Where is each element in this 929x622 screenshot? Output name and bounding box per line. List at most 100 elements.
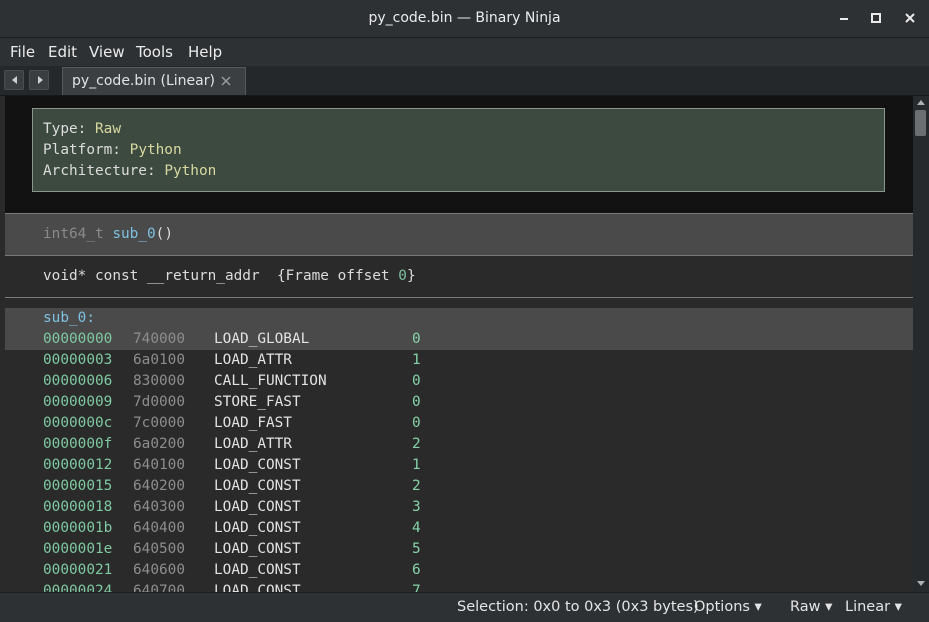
instruction-bytes: 640400 bbox=[133, 520, 185, 536]
instruction-row[interactable]: 0000001b 640400 LOAD_CONST 4 bbox=[5, 518, 913, 539]
var-type: void* bbox=[43, 268, 87, 284]
instruction-opcode[interactable]: LOAD_CONST bbox=[214, 455, 301, 476]
instruction-opcode[interactable]: LOAD_CONST bbox=[214, 497, 301, 518]
instruction-operand: 0 bbox=[412, 394, 421, 410]
function-signature: int64_t sub_0() bbox=[43, 224, 173, 245]
tab-py-code-linear[interactable]: py_code.bin (Linear) bbox=[62, 67, 246, 95]
block-label[interactable]: sub_0: bbox=[43, 308, 95, 329]
menu-file[interactable]: File bbox=[10, 38, 35, 66]
instruction-opcode[interactable]: LOAD_ATTR bbox=[214, 350, 292, 371]
instruction-row[interactable]: 00000018 640300 LOAD_CONST 3 bbox=[5, 497, 913, 518]
tab-label: py_code.bin (Linear) bbox=[72, 73, 215, 89]
architecture-line: Architecture: Python bbox=[43, 161, 216, 182]
function-name[interactable]: sub_0 bbox=[112, 226, 155, 242]
instruction-address[interactable]: 00000006 bbox=[43, 371, 112, 392]
instruction-opcode[interactable]: LOAD_ATTR bbox=[214, 434, 292, 455]
status-bar: Selection: 0x0 to 0x3 (0x3 bytes) Option… bbox=[0, 592, 929, 622]
frame-comment: {Frame offset bbox=[276, 268, 399, 284]
instruction-bytes: 6a0100 bbox=[133, 352, 185, 368]
linear-view[interactable]: Type: Raw Platform: Python Architecture:… bbox=[0, 96, 913, 592]
instruction-opcode[interactable]: LOAD_CONST bbox=[214, 539, 301, 560]
instruction-operand: 1 bbox=[412, 457, 421, 473]
window-title: py_code.bin — Binary Ninja bbox=[368, 10, 561, 26]
stack-var-row[interactable]: void* const __return_addr {Frame offset … bbox=[5, 256, 913, 298]
instruction-opcode[interactable]: LOAD_CONST bbox=[214, 476, 301, 497]
type-line: Type: Raw bbox=[43, 119, 121, 140]
instruction-bytes: 740000 bbox=[133, 331, 185, 347]
maximize-button[interactable] bbox=[867, 9, 885, 27]
menu-help[interactable]: Help bbox=[188, 38, 222, 66]
stack-var: void* const __return_addr {Frame offset … bbox=[43, 266, 416, 287]
instruction-address[interactable]: 0000001b bbox=[43, 518, 112, 539]
instruction-opcode[interactable]: CALL_FUNCTION bbox=[214, 371, 327, 392]
instruction-opcode[interactable]: STORE_FAST bbox=[214, 392, 301, 413]
instruction-address[interactable]: 00000000 bbox=[43, 329, 112, 350]
instruction-row[interactable]: 00000006 830000 CALL_FUNCTION 0 bbox=[5, 371, 913, 392]
scrollbar-thumb[interactable] bbox=[915, 110, 926, 136]
instruction-row[interactable]: 0000000f 6a0200 LOAD_ATTR 2 bbox=[5, 434, 913, 455]
binary-header: Type: Raw Platform: Python Architecture:… bbox=[5, 96, 913, 213]
instruction-address[interactable]: 00000018 bbox=[43, 497, 112, 518]
instruction-bytes: 640300 bbox=[133, 499, 185, 515]
instruction-address[interactable]: 00000012 bbox=[43, 455, 112, 476]
back-arrow-icon bbox=[12, 76, 17, 84]
instruction-operand: 4 bbox=[412, 520, 421, 536]
instruction-operand: 3 bbox=[412, 499, 421, 515]
linear-dropdown[interactable]: Linear ▾ bbox=[845, 593, 902, 622]
instruction-row[interactable]: 00000012 640100 LOAD_CONST 1 bbox=[5, 455, 913, 476]
instruction-address[interactable]: 00000021 bbox=[43, 560, 112, 581]
platform-key: Platform: bbox=[43, 142, 121, 158]
instruction-row[interactable]: 0000001e 640500 LOAD_CONST 5 bbox=[5, 539, 913, 560]
instruction-opcode[interactable]: LOAD_GLOBAL bbox=[214, 329, 309, 350]
instruction-opcode[interactable]: LOAD_CONST bbox=[214, 581, 301, 592]
instruction-bytes: 640100 bbox=[133, 457, 185, 473]
frame-offset: 0 bbox=[398, 268, 407, 284]
var-name[interactable]: __return_addr bbox=[147, 268, 260, 284]
instruction-row[interactable]: 0000000c 7c0000 LOAD_FAST 0 bbox=[5, 413, 913, 434]
instruction-opcode[interactable]: LOAD_CONST bbox=[214, 518, 301, 539]
scroll-down-icon[interactable] bbox=[916, 578, 926, 588]
instruction-address[interactable]: 0000000c bbox=[43, 413, 112, 434]
instruction-bytes: 640200 bbox=[133, 478, 185, 494]
instruction-bytes: 830000 bbox=[133, 373, 185, 389]
back-button[interactable] bbox=[4, 70, 24, 90]
instruction-operand: 7 bbox=[412, 583, 421, 592]
forward-button[interactable] bbox=[29, 70, 49, 90]
instruction-operand: 1 bbox=[412, 352, 421, 368]
instruction-bytes: 640700 bbox=[133, 583, 185, 592]
instruction-address[interactable]: 0000001e bbox=[43, 539, 112, 560]
menu-tools[interactable]: Tools bbox=[136, 38, 173, 66]
binary-info-box: Type: Raw Platform: Python Architecture:… bbox=[32, 108, 885, 192]
instruction-row[interactable]: 00000000 740000 LOAD_GLOBAL 0 bbox=[5, 329, 913, 350]
instruction-address[interactable]: 00000009 bbox=[43, 392, 112, 413]
instruction-row[interactable]: 00000024 640700 LOAD_CONST 7 bbox=[5, 581, 913, 592]
instruction-address[interactable]: 00000003 bbox=[43, 350, 112, 371]
instruction-operand: 0 bbox=[412, 373, 421, 389]
instruction-opcode[interactable]: LOAD_FAST bbox=[214, 413, 292, 434]
tab-close-icon[interactable] bbox=[219, 74, 233, 88]
menu-view[interactable]: View bbox=[89, 38, 125, 66]
instruction-operand: 2 bbox=[412, 478, 421, 494]
instruction-address[interactable]: 00000015 bbox=[43, 476, 112, 497]
instruction-row[interactable]: 00000021 640600 LOAD_CONST 6 bbox=[5, 560, 913, 581]
close-button[interactable] bbox=[901, 9, 919, 27]
disassembly: sub_0: 00000000 740000 LOAD_GLOBAL 0 0000000… bbox=[5, 308, 913, 592]
instruction-operand: 6 bbox=[412, 562, 421, 578]
options-dropdown[interactable]: Options ▾ bbox=[694, 593, 762, 622]
instruction-row[interactable]: 00000015 640200 LOAD_CONST 2 bbox=[5, 476, 913, 497]
platform-line: Platform: Python bbox=[43, 140, 182, 161]
raw-dropdown[interactable]: Raw ▾ bbox=[790, 593, 832, 622]
instruction-address[interactable]: 0000000f bbox=[43, 434, 112, 455]
instruction-address[interactable]: 00000024 bbox=[43, 581, 112, 592]
function-signature-row[interactable]: int64_t sub_0() bbox=[5, 214, 913, 255]
instruction-row[interactable]: 00000003 6a0100 LOAD_ATTR 1 bbox=[5, 350, 913, 371]
menu-edit[interactable]: Edit bbox=[48, 38, 77, 66]
frame-comment-end: } bbox=[406, 268, 416, 284]
instruction-row[interactable]: 00000009 7d0000 STORE_FAST 0 bbox=[5, 392, 913, 413]
instruction-bytes: 640500 bbox=[133, 541, 185, 557]
vertical-scrollbar[interactable] bbox=[913, 96, 929, 592]
instruction-bytes: 640600 bbox=[133, 562, 185, 578]
instruction-opcode[interactable]: LOAD_CONST bbox=[214, 560, 301, 581]
scroll-up-icon[interactable] bbox=[916, 98, 926, 108]
minimize-button[interactable] bbox=[835, 9, 853, 27]
